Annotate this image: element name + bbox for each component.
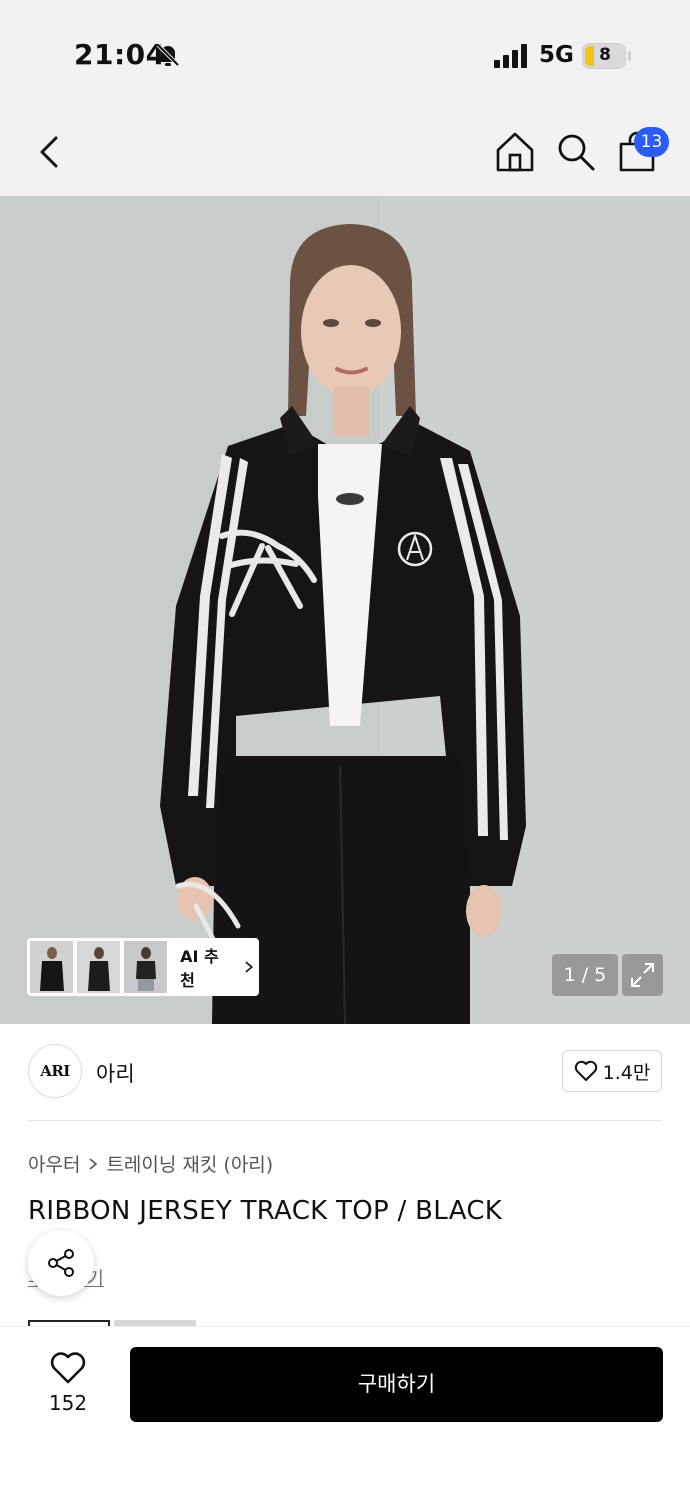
buy-button[interactable]: 구매하기 bbox=[130, 1347, 663, 1422]
heart-icon bbox=[574, 1060, 597, 1081]
thumbnail-image bbox=[30, 941, 74, 993]
expand-icon bbox=[631, 963, 654, 987]
bell-off-icon bbox=[156, 43, 180, 67]
battery-percent: 8 bbox=[599, 45, 611, 65]
status-time: 21:04 bbox=[74, 38, 166, 71]
battery-indicator: 8 bbox=[582, 43, 626, 69]
wishlist-count: 152 bbox=[48, 1391, 88, 1415]
share-button[interactable] bbox=[28, 1230, 94, 1296]
brand-like-count: 1.4만 bbox=[602, 1061, 651, 1084]
image-counter: 1 / 5 bbox=[552, 954, 618, 996]
thumbnail-1[interactable] bbox=[30, 941, 74, 993]
thumbnail-2[interactable] bbox=[77, 941, 121, 993]
search-icon[interactable] bbox=[554, 130, 598, 174]
ai-recommend-label: AI 추천 bbox=[180, 947, 219, 990]
product-image-gallery[interactable]: AI 추천 1 / 5 bbox=[0, 196, 690, 1024]
chevron-right-icon bbox=[245, 961, 254, 973]
breadcrumb: 아우터 트레이닝 재킷 (아리) bbox=[28, 1150, 273, 1177]
product-title: RIBBON JERSEY TRACK TOP / BLACK bbox=[28, 1196, 503, 1226]
brand-name[interactable]: 아리 bbox=[96, 1058, 135, 1088]
cart-count-badge: 13 bbox=[634, 127, 669, 157]
status-bar: 21:04 5G 8 bbox=[0, 0, 690, 110]
chevron-right-icon bbox=[89, 1157, 98, 1170]
bottom-action-bar: 152 구매하기 bbox=[0, 1326, 690, 1500]
network-type: 5G bbox=[539, 42, 574, 68]
home-icon[interactable] bbox=[493, 130, 537, 174]
brand-row[interactable]: ARI 아리 1.4만 bbox=[28, 1044, 662, 1100]
nav-bar bbox=[0, 110, 690, 196]
breadcrumb-subcategory[interactable]: 트레이닝 재킷 (아리) bbox=[106, 1150, 273, 1177]
signal-icon bbox=[494, 44, 527, 68]
battery-nub bbox=[628, 51, 631, 61]
back-icon[interactable] bbox=[30, 130, 74, 174]
thumbnail-image bbox=[77, 941, 121, 993]
thumbnail-image bbox=[124, 941, 168, 993]
expand-button[interactable] bbox=[622, 954, 663, 996]
product-photo bbox=[0, 196, 690, 1024]
thumbnail-3[interactable] bbox=[124, 941, 168, 993]
breadcrumb-category[interactable]: 아우터 bbox=[28, 1150, 80, 1177]
share-icon bbox=[48, 1249, 74, 1277]
brand-like-button[interactable]: 1.4만 bbox=[562, 1050, 662, 1092]
ai-recommendation-strip[interactable]: AI 추천 bbox=[27, 938, 259, 996]
divider bbox=[28, 1120, 662, 1121]
brand-logo[interactable]: ARI bbox=[28, 1044, 82, 1098]
heart-icon[interactable] bbox=[50, 1351, 86, 1385]
